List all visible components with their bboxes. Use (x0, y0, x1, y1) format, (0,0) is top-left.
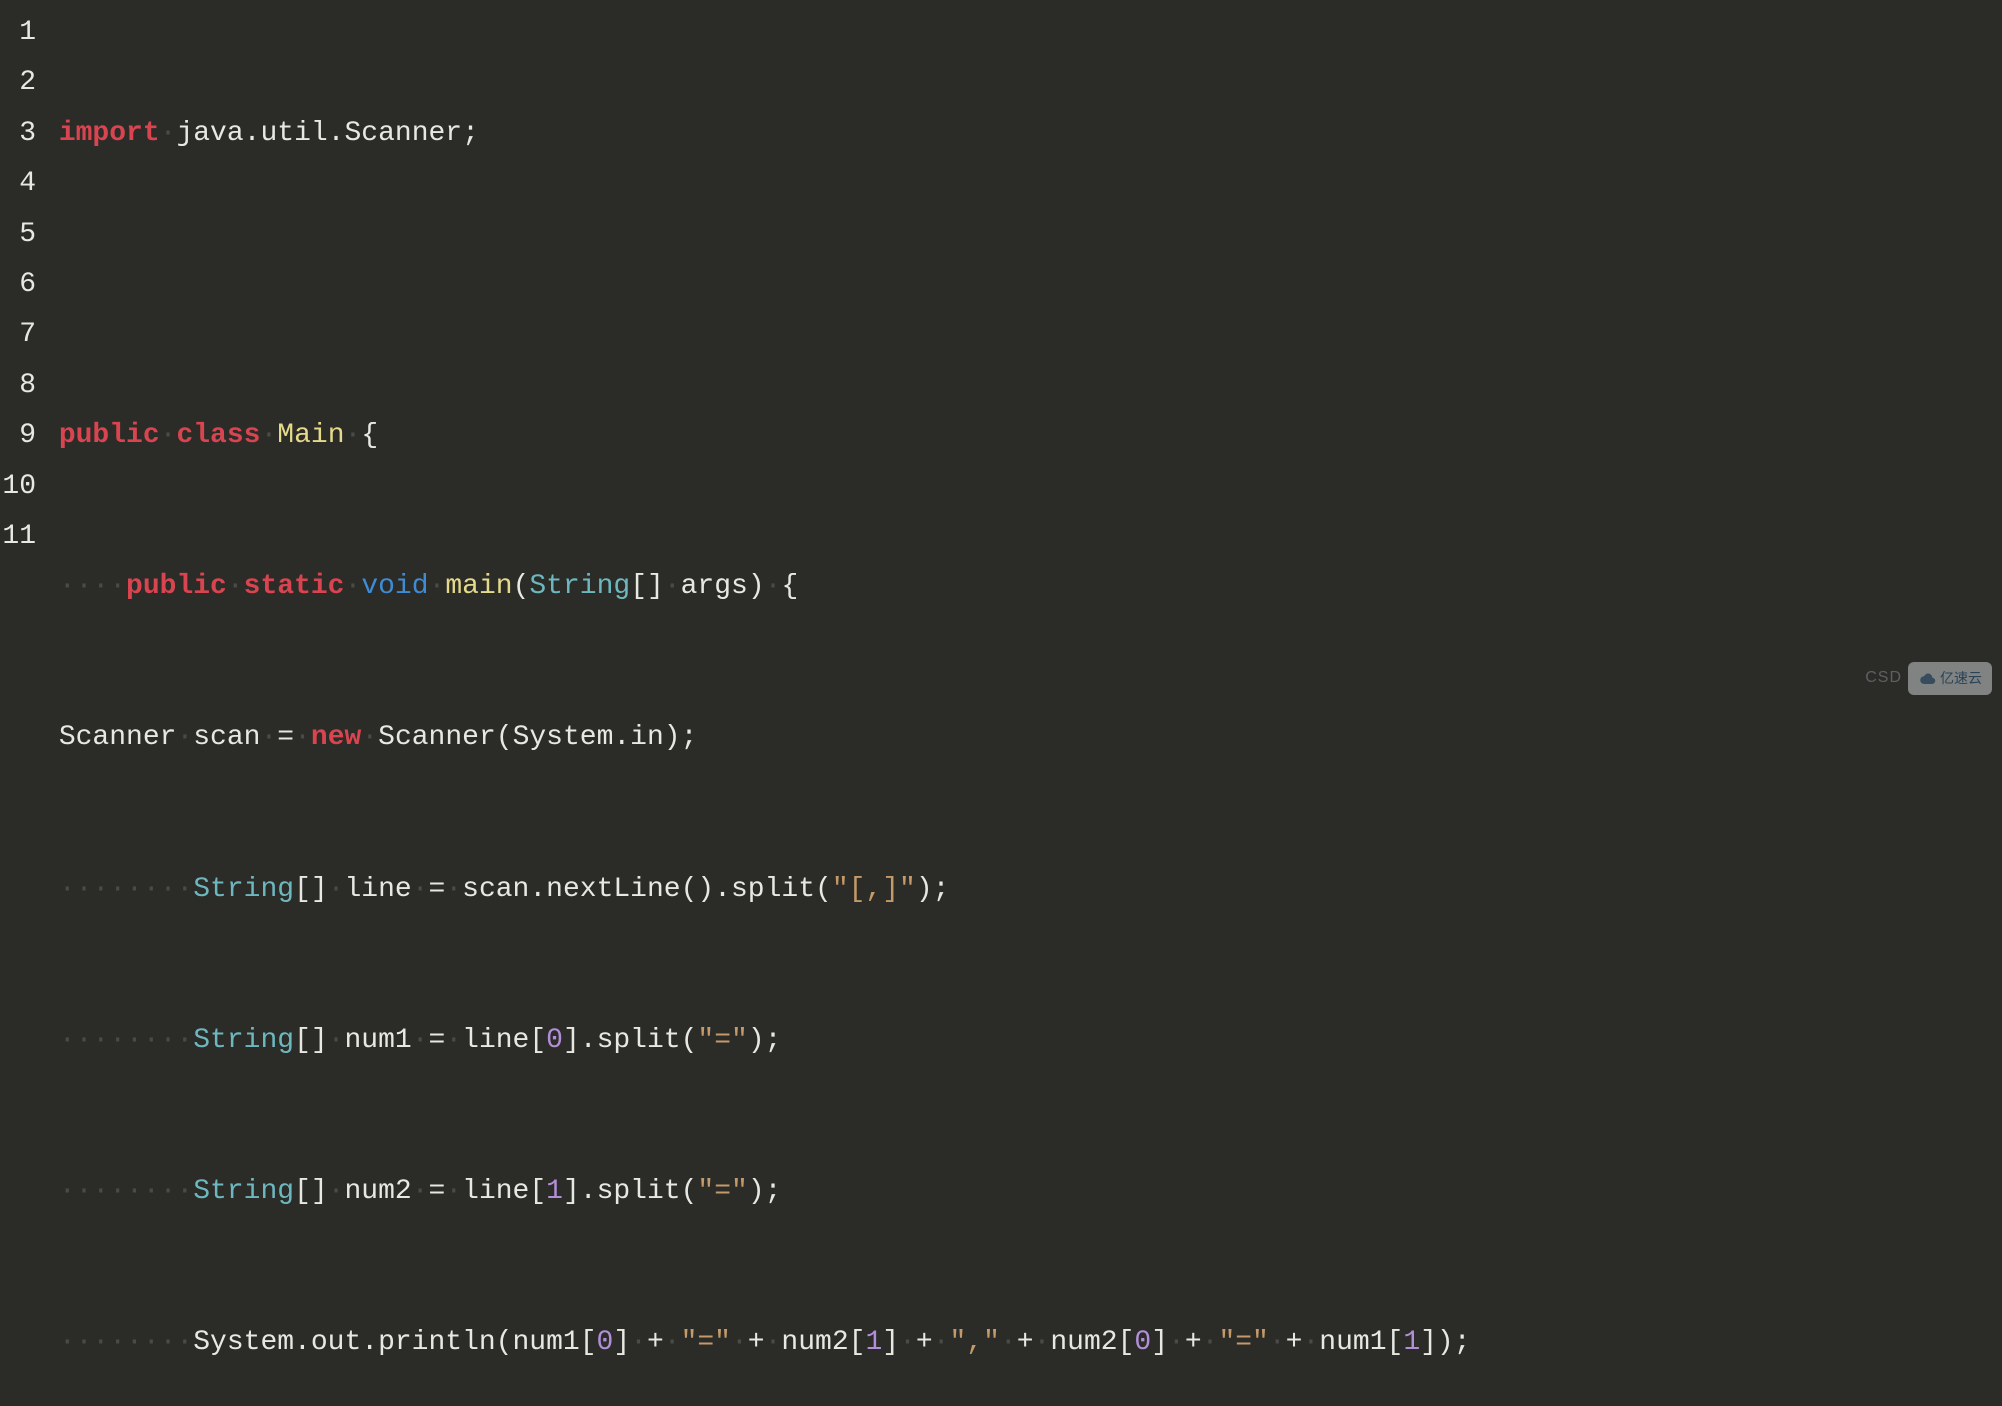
code-line-4: ····public·static·void·main(String[]·arg… (42, 562, 2002, 612)
watermark-badge: 亿速云 (1908, 662, 1992, 695)
code-line-3: public·class·Main·{ (42, 411, 2002, 461)
code-line-8: ········String[]·num2·=·line[1].split("=… (42, 1167, 2002, 1217)
code-editor: 1 2 3 4 5 6 7 8 9 10 11 import·java.util… (0, 0, 2002, 1406)
line-number: 11 (0, 512, 42, 562)
line-number: 4 (0, 159, 42, 209)
code-line-5: Scanner·scan·=·new·Scanner(System.in); (42, 713, 2002, 763)
line-number: 6 (0, 260, 42, 310)
code-line-1: import·java.util.Scanner; (42, 109, 2002, 159)
watermark: CSD 亿速云 (1865, 662, 1992, 695)
code-area[interactable]: import·java.util.Scanner; public·class·M… (42, 8, 2002, 1406)
code-line-7: ········String[]·num1·=·line[0].split("=… (42, 1016, 2002, 1066)
watermark-left-text: CSD (1865, 664, 1902, 693)
line-number: 8 (0, 361, 42, 411)
line-number: 7 (0, 310, 42, 360)
code-line-6: ········String[]·line·=·scan.nextLine().… (42, 865, 2002, 915)
cloud-icon (1918, 671, 1936, 685)
line-number: 5 (0, 210, 42, 260)
line-number: 1 (0, 8, 42, 58)
code-line-9: ········System.out.println(num1[0]·+·"="… (42, 1318, 2002, 1368)
line-number: 10 (0, 462, 42, 512)
line-number-gutter: 1 2 3 4 5 6 7 8 9 10 11 (0, 8, 42, 1406)
line-number: 9 (0, 411, 42, 461)
code-line-2 (42, 260, 2002, 310)
line-number: 3 (0, 109, 42, 159)
watermark-right-text: 亿速云 (1940, 666, 1982, 691)
line-number: 2 (0, 58, 42, 108)
